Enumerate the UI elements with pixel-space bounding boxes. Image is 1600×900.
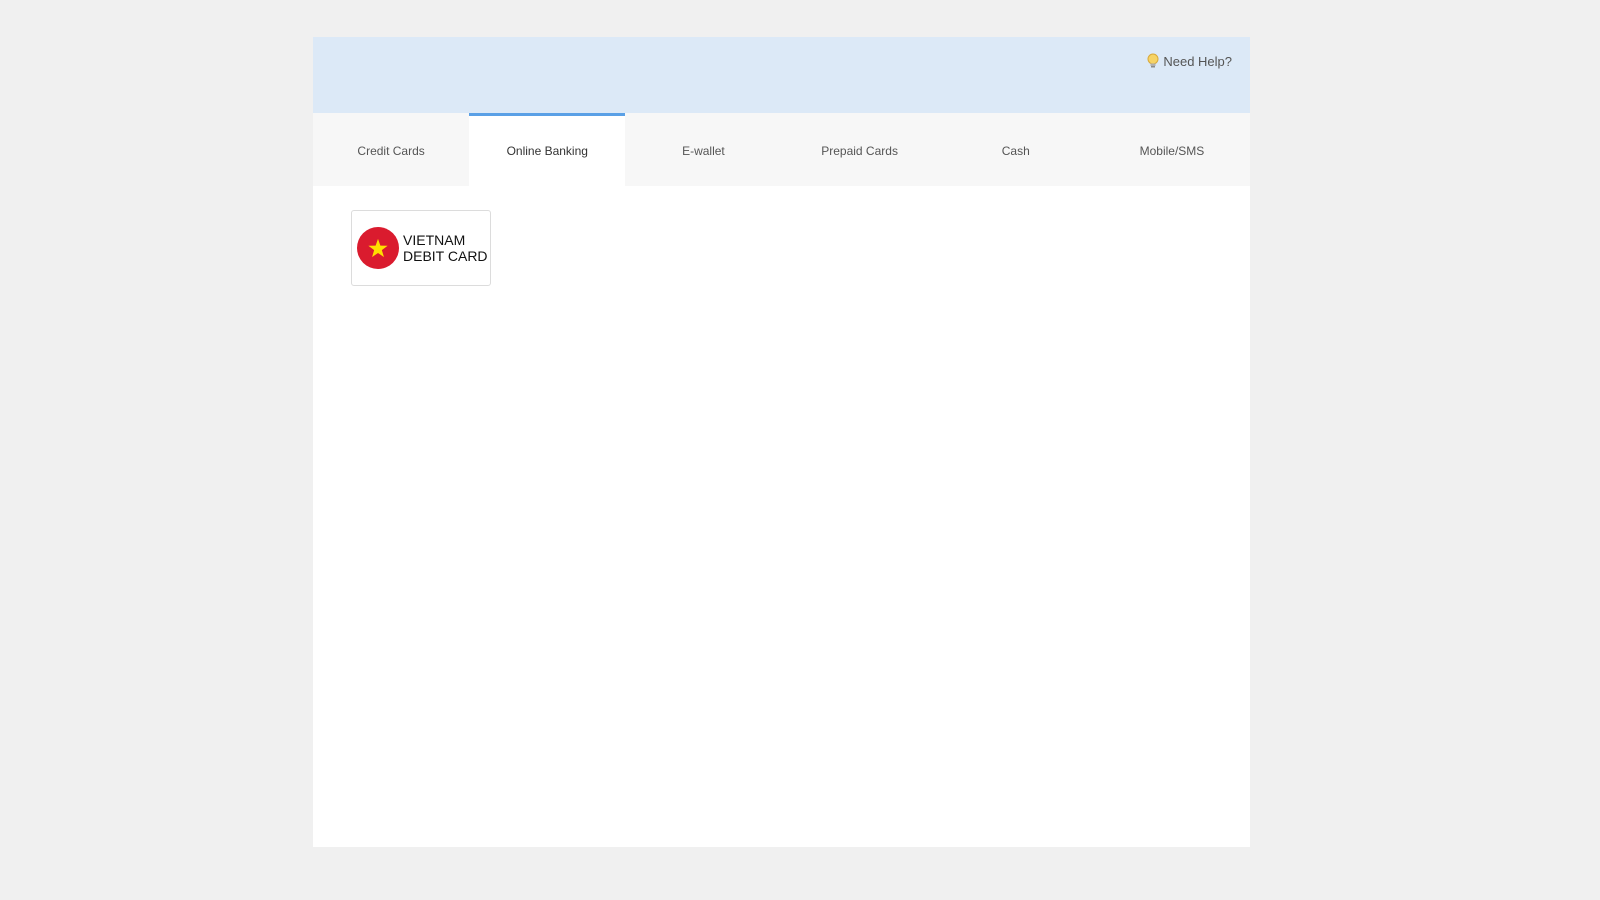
tab-credit-cards[interactable]: Credit Cards (313, 113, 469, 186)
payment-method-tabs: Credit Cards Online Banking E-wallet Pre… (313, 113, 1250, 186)
need-help-link[interactable]: Need Help? (1147, 53, 1232, 69)
panel-header: Need Help? (313, 37, 1250, 113)
tab-online-banking[interactable]: Online Banking (469, 113, 626, 186)
tab-content: VIETNAM DEBIT CARD (313, 186, 1250, 847)
tab-mobile-sms[interactable]: Mobile/SMS (1094, 113, 1250, 186)
vietnam-debit-card-option[interactable]: VIETNAM DEBIT CARD (351, 210, 491, 286)
method-label-line1: VIETNAM (403, 232, 466, 248)
tab-e-wallet[interactable]: E-wallet (625, 113, 781, 186)
method-label-line2: DEBIT CARD (403, 248, 488, 264)
vietnam-flag-icon (357, 227, 399, 269)
method-label: VIETNAM DEBIT CARD (403, 232, 488, 264)
payment-panel: Need Help? Credit Cards Online Banking E… (313, 37, 1250, 847)
lightbulb-icon (1147, 53, 1159, 69)
tab-cash[interactable]: Cash (938, 113, 1094, 186)
tab-prepaid-cards[interactable]: Prepaid Cards (782, 113, 938, 186)
need-help-label: Need Help? (1163, 53, 1232, 69)
